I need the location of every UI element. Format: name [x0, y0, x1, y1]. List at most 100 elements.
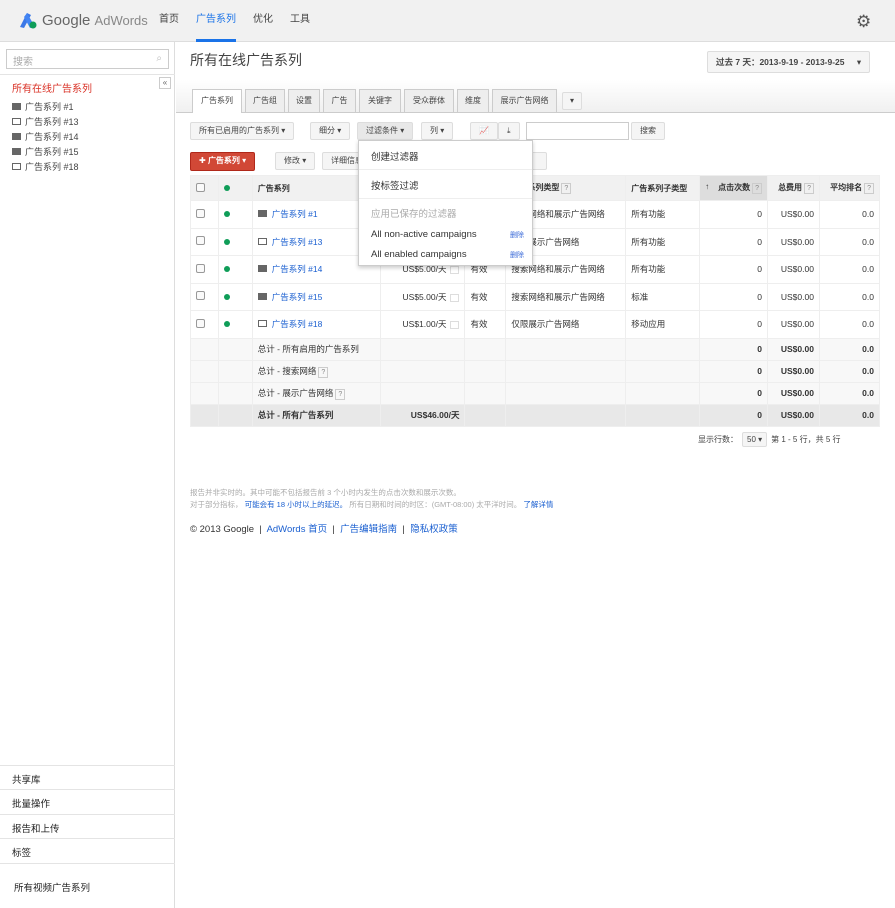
col-avg-pos[interactable]: 平均排名?	[818, 175, 881, 201]
campaign-link[interactable]: 广告系列 #13	[272, 237, 323, 247]
adwords-logo[interactable]: Google AdWords	[18, 11, 148, 29]
help-icon[interactable]: ?	[318, 366, 329, 378]
add-campaign-button[interactable]: ✚ 广告系列 ▾	[190, 152, 256, 171]
folder-icon	[257, 265, 267, 273]
tab-ad-groups[interactable]: 广告组	[245, 89, 285, 112]
nav-home[interactable]: 首页	[159, 0, 179, 42]
sidebar-shared-library[interactable]: 共享库	[0, 765, 175, 790]
pagination: 显示行数： 50 ▾ 第 1 - 5 行，共 5 行	[698, 432, 841, 447]
sparkline-icon[interactable]	[450, 321, 460, 329]
sidebar-campaign[interactable]: 广告系列 #15	[12, 145, 79, 158]
menu-saved-filter[interactable]: All non-active campaigns	[371, 229, 477, 240]
learn-more-link[interactable]: 了解详情	[523, 500, 553, 509]
row-checkbox[interactable]	[190, 310, 219, 339]
tab-settings[interactable]: 设置	[288, 89, 320, 112]
nav-tools[interactable]: 工具	[290, 0, 310, 42]
help-icon[interactable]: ?	[804, 183, 814, 194]
row-checkbox[interactable]	[190, 255, 219, 284]
date-range-selector[interactable]: 过去 7 天：2013-9-19 - 2013-9-25 ▾	[707, 51, 871, 73]
sidebar-video-campaigns[interactable]: 所有视频广告系列	[0, 863, 175, 899]
col-cost[interactable]: 总费用?	[767, 175, 820, 201]
delete-saved-filter-link[interactable]: 删除	[510, 250, 524, 260]
enabled-status-icon[interactable]	[217, 200, 253, 229]
row-checkbox[interactable]	[190, 227, 219, 256]
enabled-status-icon[interactable]	[217, 255, 253, 284]
delete-saved-filter-link[interactable]: 删除	[510, 230, 524, 240]
campaign-link[interactable]: 广告系列 #1	[272, 209, 318, 219]
campaign-link[interactable]: 广告系列 #14	[272, 264, 323, 274]
help-icon[interactable]: ?	[561, 183, 572, 194]
chart-icon[interactable]: 📈	[470, 122, 498, 140]
segment-button[interactable]: 细分 ▾	[310, 122, 351, 140]
footer-link-privacy[interactable]: 隐私权政策	[410, 524, 458, 535]
columns-button[interactable]: 列 ▾	[421, 122, 454, 140]
sidebar-title[interactable]: 所有在线广告系列	[12, 80, 92, 95]
sparkline-icon[interactable]	[450, 293, 460, 302]
sidebar-campaign[interactable]: 广告系列 #14	[12, 130, 79, 143]
footer-link-home[interactable]: AdWords 首页	[267, 524, 328, 535]
enabled-status-icon[interactable]	[217, 282, 253, 311]
sidebar-campaign[interactable]: 广告系列 #1	[12, 100, 74, 113]
label: 广告系列	[207, 156, 240, 165]
clicks-cell: 0	[699, 227, 769, 256]
table-row: 广告系列 #13 仅限展示广告网络 所有功能 0 US$0.00 0.0	[190, 227, 881, 256]
collapse-sidebar-button[interactable]: «	[159, 77, 171, 89]
select-all-checkbox[interactable]	[190, 175, 219, 201]
tab-keywords[interactable]: 关键字	[359, 89, 401, 112]
cost-cell: US$0.00	[767, 359, 820, 383]
budget-cell	[379, 381, 466, 405]
row-checkbox[interactable]	[190, 200, 219, 229]
tab-display-network[interactable]: 展示广告网络	[492, 89, 557, 112]
sidebar-search-input[interactable]: 搜索 ⌕	[6, 49, 169, 69]
rows-per-page-select[interactable]: 50 ▾	[742, 432, 768, 447]
filter-button[interactable]: 过滤条件 ▾	[357, 122, 414, 140]
tab-dimensions[interactable]: 维度	[457, 89, 489, 112]
tab-ads[interactable]: 广告	[323, 89, 356, 112]
divider	[359, 169, 532, 170]
sparkline-icon[interactable]	[450, 266, 460, 274]
sidebar-bulk-operations[interactable]: 批量操作	[0, 789, 175, 814]
sidebar-reports[interactable]: 报告和上传	[0, 814, 175, 839]
campaign-status-filter[interactable]: 所有已启用的广告系列 ▾	[190, 122, 295, 140]
edit-button[interactable]: 修改 ▾	[275, 152, 316, 170]
help-icon[interactable]: ?	[752, 183, 763, 194]
totals-label-cell: 总计 - 搜索网络?	[251, 359, 381, 383]
enabled-status-icon[interactable]	[217, 310, 253, 339]
sidebar-campaign[interactable]: 广告系列 #13	[12, 115, 79, 128]
sidebar-campaign[interactable]: 广告系列 #18	[12, 160, 79, 173]
empty-cell	[464, 337, 507, 361]
row-checkbox[interactable]	[190, 282, 219, 311]
help-icon[interactable]: ?	[335, 388, 346, 400]
tab-campaigns[interactable]: 广告系列	[192, 89, 242, 113]
more-tabs-button[interactable]: ▾	[562, 92, 583, 110]
saved-filters-header: 应用已保存的过滤器	[371, 209, 457, 220]
tab-audiences[interactable]: 受众群体	[404, 89, 454, 112]
menu-create-filter[interactable]: 创建过滤器	[371, 149, 419, 163]
filter-dropdown-menu: 创建过滤器 按标签过滤 应用已保存的过滤器 All non-active cam…	[358, 140, 533, 266]
gear-icon[interactable]: ⚙	[856, 12, 871, 32]
budget-value: US$1.00/天	[402, 319, 447, 330]
divider	[0, 74, 175, 75]
budget-cell: US$46.00/天	[379, 403, 466, 427]
enabled-status-icon[interactable]	[217, 227, 253, 256]
campaign-link[interactable]: 广告系列 #18	[272, 319, 323, 329]
download-icon[interactable]: ⤓	[498, 122, 520, 140]
empty-cell	[217, 359, 253, 383]
help-icon[interactable]: ?	[864, 183, 874, 194]
table-search-input[interactable]	[526, 122, 629, 140]
clicks-cell: 0	[699, 381, 769, 405]
menu-filter-by-label[interactable]: 按标签过滤	[371, 178, 419, 192]
footer-link-guide[interactable]: 广告编辑指南	[340, 524, 397, 535]
search-button[interactable]: 搜索	[631, 122, 665, 140]
campaign-link[interactable]: 广告系列 #15	[272, 292, 323, 302]
empty-cell	[625, 337, 701, 361]
totals-label: 总计 - 搜索网络	[257, 365, 317, 376]
menu-saved-filter[interactable]: All enabled campaigns	[371, 249, 467, 260]
brand-text: Google	[42, 11, 91, 29]
col-subtype[interactable]: 广告系列子类型	[625, 175, 701, 201]
sidebar-labels[interactable]: 标签	[0, 838, 175, 863]
nav-optimize[interactable]: 优化	[253, 0, 273, 42]
delay-link[interactable]: 可能会有 18 小时以上的延迟。	[245, 500, 348, 509]
col-clicks[interactable]: ↑ 点击次数?	[699, 175, 769, 201]
nav-campaigns[interactable]: 广告系列	[196, 0, 236, 42]
